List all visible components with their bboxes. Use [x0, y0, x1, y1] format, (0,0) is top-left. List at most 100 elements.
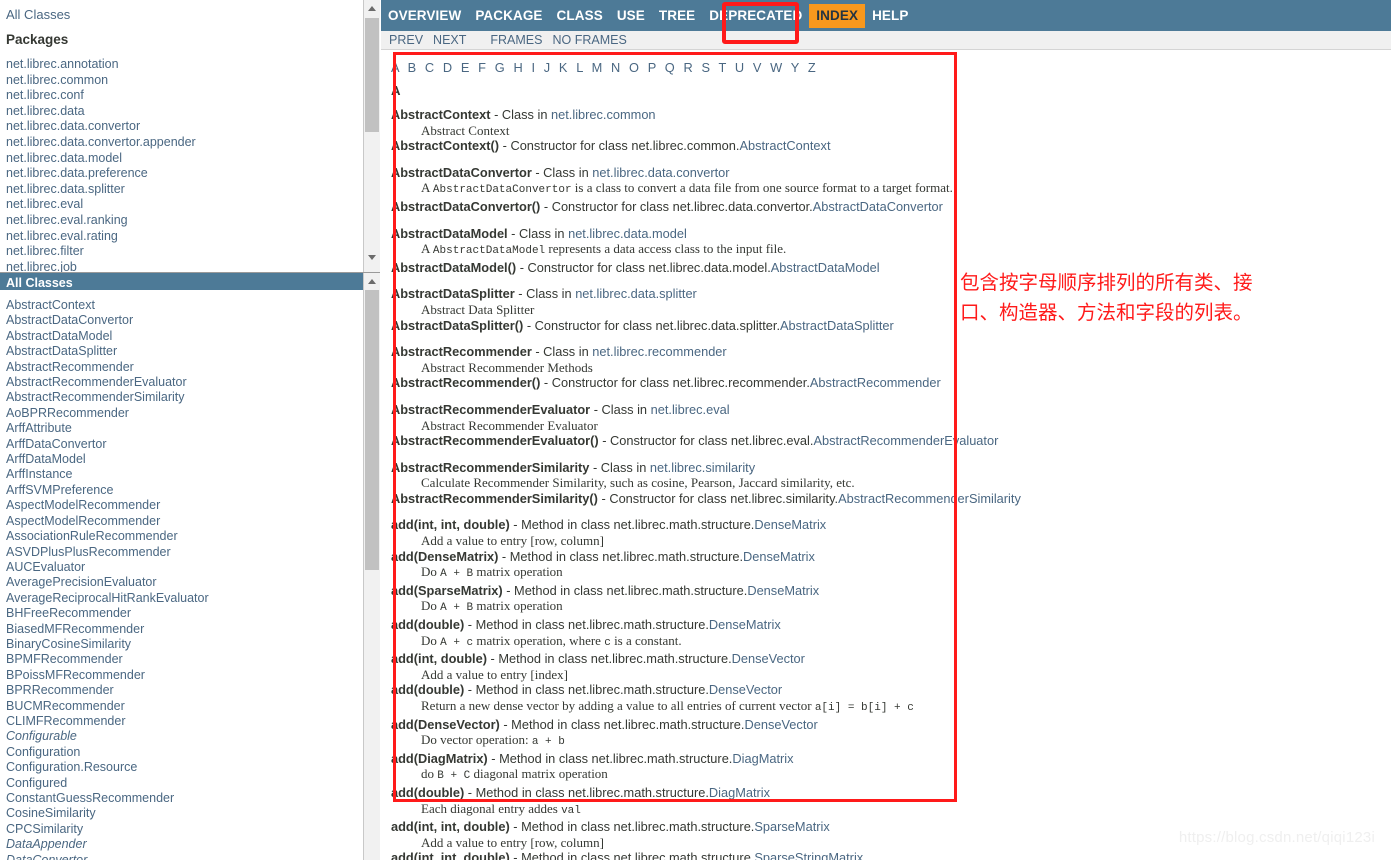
index-method-class-link[interactable]: SparseMatrix: [754, 819, 829, 834]
index-term-name[interactable]: AbstractContext: [391, 107, 491, 122]
class-link[interactable]: ArffDataConvertor: [6, 437, 363, 452]
index-constructor-name[interactable]: AbstractDataSplitter(): [391, 318, 523, 333]
package-link[interactable]: net.librec.annotation: [6, 57, 363, 73]
packages-scrollbar[interactable]: [363, 0, 380, 272]
index-constructor-class-link[interactable]: AbstractDataModel: [771, 260, 880, 275]
class-link[interactable]: AveragePrecisionEvaluator: [6, 575, 363, 590]
package-link[interactable]: net.librec.data: [6, 104, 363, 120]
index-term-package-link[interactable]: net.librec.data.convertor: [592, 165, 729, 180]
class-link[interactable]: ASVDPlusPlusRecommender: [6, 545, 363, 560]
index-method-name[interactable]: add(DiagMatrix): [391, 751, 488, 766]
class-link[interactable]: BHFreeRecommender: [6, 606, 363, 621]
class-link[interactable]: BPRRecommender: [6, 683, 363, 698]
index-constructor-class-link[interactable]: AbstractDataConvertor: [813, 199, 943, 214]
scrollbar-thumb[interactable]: [365, 18, 379, 132]
index-term-package-link[interactable]: net.librec.recommender: [592, 344, 726, 359]
index-method-class-link[interactable]: DenseMatrix: [747, 583, 819, 598]
package-link[interactable]: net.librec.conf: [6, 88, 363, 104]
index-method-class-link[interactable]: DenseVector: [732, 651, 805, 666]
index-method-name[interactable]: add(double): [391, 682, 464, 697]
package-link[interactable]: net.librec.common: [6, 73, 363, 89]
index-method-class-link[interactable]: SparseStringMatrix: [754, 850, 863, 860]
nav-item-overview[interactable]: OVERVIEW: [381, 4, 468, 28]
index-constructor-class-link[interactable]: AbstractRecommenderEvaluator: [813, 433, 998, 448]
index-method-class-link[interactable]: DiagMatrix: [709, 785, 770, 800]
class-link[interactable]: Configured: [6, 776, 363, 791]
package-link[interactable]: net.librec.job: [6, 260, 363, 272]
index-constructor-name[interactable]: AbstractRecommenderSimilarity(): [391, 491, 598, 506]
class-link[interactable]: AbstractDataConvertor: [6, 313, 363, 328]
class-link[interactable]: Configuration.Resource: [6, 760, 363, 775]
index-method-name[interactable]: add(int, int, double): [391, 517, 510, 532]
nav-item-use[interactable]: USE: [610, 4, 652, 28]
class-link[interactable]: ArffDataModel: [6, 452, 363, 467]
index-method-name[interactable]: add(DenseVector): [391, 717, 500, 732]
index-method-class-link[interactable]: DiagMatrix: [732, 751, 793, 766]
class-link[interactable]: Configuration: [6, 745, 363, 760]
class-link[interactable]: AbstractContext: [6, 298, 363, 313]
class-link[interactable]: AspectModelRecommender: [6, 498, 363, 513]
nav-no-frames[interactable]: NO FRAMES: [547, 33, 631, 48]
class-link[interactable]: Configurable: [6, 729, 363, 744]
nav-frames[interactable]: FRAMES: [485, 33, 547, 48]
index-term-name[interactable]: AbstractRecommenderSimilarity: [391, 460, 589, 475]
nav-item-tree[interactable]: TREE: [652, 4, 702, 28]
nav-item-index[interactable]: INDEX: [809, 3, 866, 28]
class-link[interactable]: BPMFRecommender: [6, 652, 363, 667]
class-link[interactable]: AssociationRuleRecommender: [6, 529, 363, 544]
index-method-name[interactable]: add(int, double): [391, 651, 487, 666]
index-method-class-link[interactable]: DenseVector: [744, 717, 817, 732]
class-link[interactable]: CosineSimilarity: [6, 806, 363, 821]
class-link[interactable]: ArffAttribute: [6, 421, 363, 436]
class-link[interactable]: ArffSVMPreference: [6, 483, 363, 498]
nav-item-help[interactable]: HELP: [865, 4, 915, 28]
index-term-name[interactable]: AbstractDataModel: [391, 226, 508, 241]
index-constructor-class-link[interactable]: AbstractDataSplitter: [780, 318, 894, 333]
class-link[interactable]: AbstractRecommenderSimilarity: [6, 390, 363, 405]
class-link[interactable]: AspectModelRecommender: [6, 514, 363, 529]
index-term-name[interactable]: AbstractDataConvertor: [391, 165, 532, 180]
index-constructor-class-link[interactable]: AbstractRecommenderSimilarity: [838, 491, 1021, 506]
nav-item-class[interactable]: CLASS: [550, 4, 610, 28]
class-link[interactable]: AbstractDataSplitter: [6, 344, 363, 359]
index-term-package-link[interactable]: net.librec.similarity: [650, 460, 755, 475]
class-link[interactable]: ConstantGuessRecommender: [6, 791, 363, 806]
class-link[interactable]: AoBPRRecommender: [6, 406, 363, 421]
package-link[interactable]: net.librec.eval.rating: [6, 229, 363, 245]
package-link[interactable]: net.librec.data.convertor.appender: [6, 135, 363, 151]
index-method-name[interactable]: add(SparseMatrix): [391, 583, 503, 598]
scroll-up-arrow-icon[interactable]: [364, 273, 380, 289]
all-classes-link[interactable]: All Classes: [0, 0, 363, 24]
index-constructor-class-link[interactable]: AbstractContext: [739, 138, 830, 153]
class-link[interactable]: AbstractRecommenderEvaluator: [6, 375, 363, 390]
class-link[interactable]: BUCMRecommender: [6, 699, 363, 714]
index-constructor-class-link[interactable]: AbstractRecommender: [810, 375, 941, 390]
index-term-name[interactable]: AbstractRecommenderEvaluator: [391, 402, 590, 417]
index-constructor-name[interactable]: AbstractDataConvertor(): [391, 199, 540, 214]
index-constructor-name[interactable]: AbstractContext(): [391, 138, 499, 153]
index-method-class-link[interactable]: DenseMatrix: [754, 517, 826, 532]
index-method-name[interactable]: add(DenseMatrix): [391, 549, 498, 564]
index-constructor-name[interactable]: AbstractRecommender(): [391, 375, 540, 390]
class-link[interactable]: DataAppender: [6, 837, 363, 852]
class-link[interactable]: BinaryCosineSimilarity: [6, 637, 363, 652]
index-constructor-name[interactable]: AbstractDataModel(): [391, 260, 516, 275]
package-link[interactable]: net.librec.filter: [6, 244, 363, 260]
class-link[interactable]: AbstractDataModel: [6, 329, 363, 344]
scroll-down-arrow-icon[interactable]: [364, 249, 380, 265]
nav-next[interactable]: NEXT: [428, 33, 471, 48]
index-constructor-name[interactable]: AbstractRecommenderEvaluator(): [391, 433, 599, 448]
class-link[interactable]: CPCSimilarity: [6, 822, 363, 837]
class-link[interactable]: AverageReciprocalHitRankEvaluator: [6, 591, 363, 606]
class-link[interactable]: BiasedMFRecommender: [6, 622, 363, 637]
package-link[interactable]: net.librec.eval: [6, 197, 363, 213]
index-term-package-link[interactable]: net.librec.eval: [651, 402, 730, 417]
index-term-package-link[interactable]: net.librec.data.model: [568, 226, 687, 241]
package-link[interactable]: net.librec.data.convertor: [6, 119, 363, 135]
package-link[interactable]: net.librec.data.splitter: [6, 182, 363, 198]
scrollbar-thumb[interactable]: [365, 290, 379, 570]
index-method-name[interactable]: add(double): [391, 785, 464, 800]
index-method-name[interactable]: add(double): [391, 617, 464, 632]
index-method-class-link[interactable]: DenseMatrix: [709, 617, 781, 632]
class-link[interactable]: ArffInstance: [6, 467, 363, 482]
